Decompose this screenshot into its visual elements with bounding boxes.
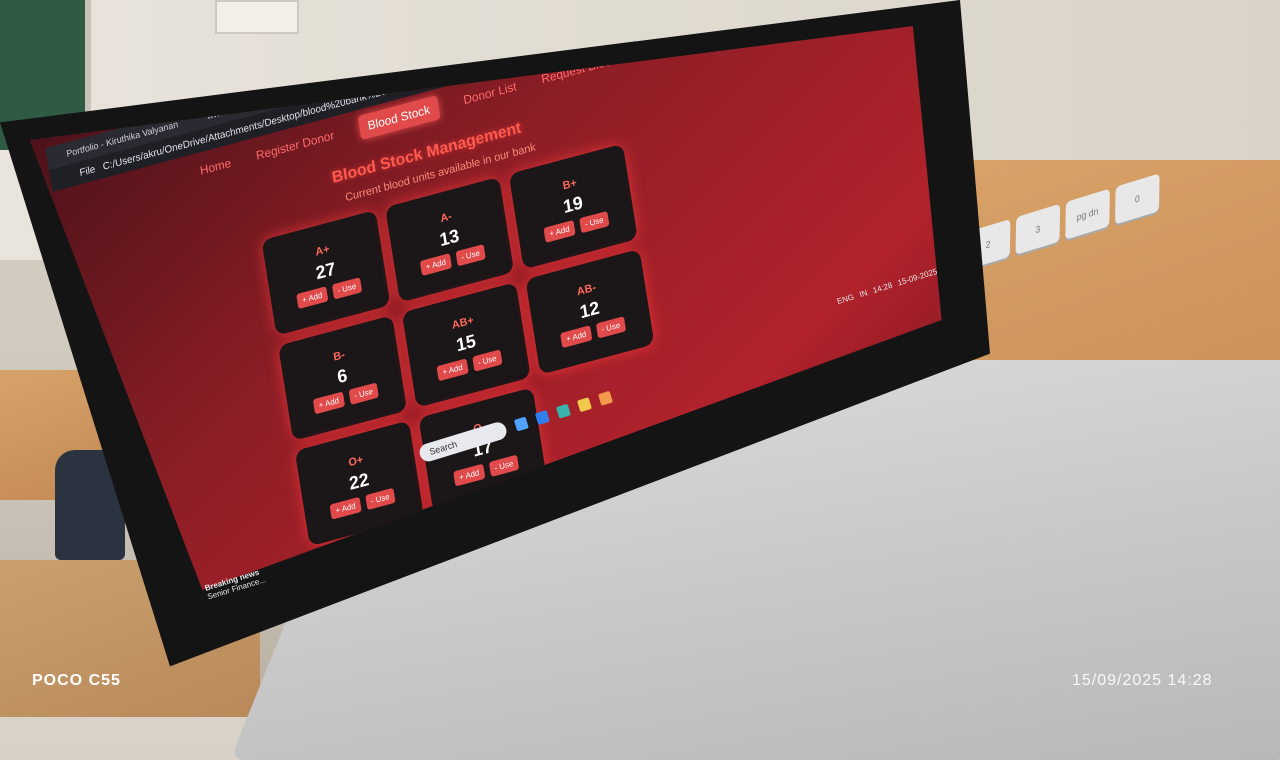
nav-donor-list[interactable]: Donor List [462, 79, 517, 107]
card-actions: + Add - Use [329, 487, 396, 520]
add-unit-button[interactable]: + Add [329, 496, 362, 520]
card-actions: + Add - Use [419, 244, 486, 277]
blood-type-label: AB- [576, 281, 597, 299]
camera-watermark: POCO C55 [32, 672, 121, 689]
add-unit-button[interactable]: + Add [296, 286, 329, 310]
card-actions: + Add - Use [560, 316, 627, 349]
folder-icon[interactable] [598, 390, 614, 406]
blood-card: B- 6 + Add - Use [278, 315, 408, 442]
store-icon[interactable] [555, 403, 571, 419]
use-unit-button[interactable]: - Use [331, 277, 363, 300]
blood-type-label: A+ [314, 243, 331, 259]
card-actions: + Add - Use [543, 210, 610, 243]
blood-card: O+ 22 + Add - Use [294, 420, 424, 547]
blood-card: B+ 19 + Add - Use [508, 143, 638, 270]
add-unit-button[interactable]: + Add [419, 253, 452, 277]
use-unit-button[interactable]: - Use [365, 487, 396, 511]
card-actions: + Add - Use [436, 349, 503, 382]
use-unit-button[interactable]: - Use [471, 349, 503, 372]
blood-card: AB- 12 + Add - Use [525, 248, 655, 375]
unit-count: 15 [454, 330, 478, 356]
chrome-icon[interactable] [576, 397, 592, 413]
edge-icon[interactable] [513, 416, 529, 432]
address-prefix: File [78, 163, 97, 179]
add-unit-button[interactable]: + Add [560, 325, 593, 349]
unit-count: 22 [347, 468, 371, 494]
use-unit-button[interactable]: - Use [488, 454, 520, 478]
card-actions: + Add - Use [312, 382, 379, 415]
blood-stock-grid: A+ 27 + Add - Use A- 13 + Add - Use B+ 19 + Add - U… [261, 142, 676, 547]
add-unit-button[interactable]: + Add [453, 463, 486, 487]
wall-poster [215, 0, 299, 34]
add-unit-button[interactable]: + Add [436, 358, 469, 382]
use-unit-button[interactable]: - Use [348, 382, 379, 405]
use-unit-button[interactable]: - Use [455, 244, 486, 267]
unit-count: 6 [335, 364, 349, 388]
blood-card: A- 13 + Add - Use [385, 176, 515, 303]
blood-type-label: A- [439, 210, 453, 226]
blood-card: AB+ 15 + Add - Use [401, 282, 531, 408]
vscode-icon[interactable] [534, 410, 550, 426]
blood-type-label: O+ [347, 453, 365, 470]
unit-count: 27 [314, 258, 337, 284]
blood-type-label: AB+ [451, 314, 475, 332]
use-unit-button[interactable]: - Use [578, 210, 610, 234]
photo-timestamp: 15/09/2025 14:28 [1072, 672, 1213, 689]
card-actions: + Add - Use [296, 277, 363, 310]
add-unit-button[interactable]: + Add [543, 220, 576, 243]
unit-count: 19 [561, 192, 585, 218]
use-unit-button[interactable]: - Use [595, 316, 627, 339]
unit-count: 12 [578, 297, 601, 323]
nav-home[interactable]: Home [199, 156, 232, 178]
blood-card: A+ 27 + Add - Use [261, 209, 391, 336]
add-unit-button[interactable]: + Add [312, 391, 345, 415]
unit-count: 13 [438, 225, 461, 251]
card-actions: + Add - Use [453, 454, 520, 487]
blood-type-label: B+ [561, 176, 578, 193]
nav-request-blood[interactable]: Request Blood [540, 52, 618, 86]
blood-type-label: B- [332, 348, 346, 364]
